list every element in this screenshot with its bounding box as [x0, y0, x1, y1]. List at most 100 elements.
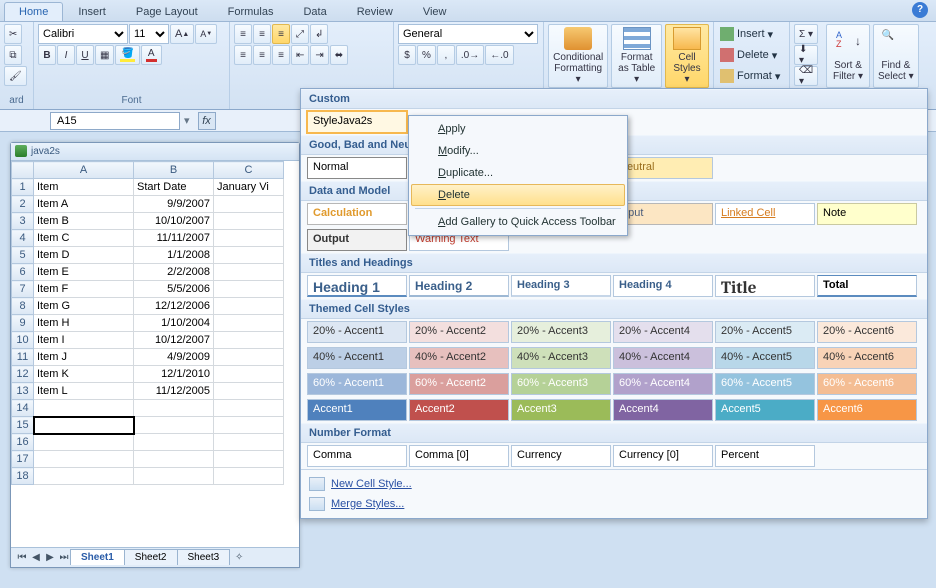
- cell[interactable]: [214, 281, 284, 298]
- cell[interactable]: [214, 349, 284, 366]
- sort-filter-button[interactable]: A Z ↓ Sort &Filter ▾: [826, 24, 870, 88]
- row-header[interactable]: 7: [12, 281, 34, 298]
- cell[interactable]: [214, 417, 284, 434]
- style-swatch[interactable]: 40% - Accent6: [817, 347, 917, 369]
- bold-button[interactable]: B: [38, 45, 56, 65]
- cell[interactable]: [34, 451, 134, 468]
- next-sheet-button[interactable]: ▶: [43, 551, 57, 565]
- cell[interactable]: [134, 451, 214, 468]
- style-swatch[interactable]: Normal: [307, 157, 407, 179]
- prev-sheet-button[interactable]: ◀: [29, 551, 43, 565]
- align-bottom-button[interactable]: ≡: [272, 24, 290, 44]
- cell[interactable]: [214, 434, 284, 451]
- comma-format-button[interactable]: ,: [437, 45, 455, 65]
- row-header[interactable]: 5: [12, 247, 34, 264]
- cell[interactable]: 12/1/2010: [134, 366, 214, 383]
- sheet-tab[interactable]: Sheet2: [124, 549, 178, 565]
- cell[interactable]: Item G: [34, 298, 134, 315]
- wrap-text-button[interactable]: ↲: [310, 24, 328, 44]
- align-top-button[interactable]: ≡: [234, 24, 252, 44]
- insert-cells-button[interactable]: Insert ▾: [718, 24, 775, 44]
- font-name-combo[interactable]: Calibri: [38, 24, 128, 44]
- style-swatch[interactable]: Accent2: [409, 399, 509, 421]
- cell-styles-button[interactable]: CellStyles ▾: [665, 24, 709, 88]
- new-sheet-button[interactable]: ✧: [232, 551, 246, 565]
- row-header[interactable]: 17: [12, 451, 34, 468]
- delete-cells-button[interactable]: Delete ▾: [718, 45, 779, 65]
- style-swatch[interactable]: 40% - Accent4: [613, 347, 713, 369]
- style-swatch[interactable]: Neutral: [613, 157, 713, 179]
- align-right-button[interactable]: ≡: [272, 45, 290, 65]
- cell[interactable]: 1/1/2008: [134, 247, 214, 264]
- tab-home[interactable]: Home: [4, 2, 63, 21]
- style-swatch[interactable]: Title: [715, 275, 815, 297]
- fill-button[interactable]: ⬇ ▾: [794, 45, 818, 65]
- cell[interactable]: 10/12/2007: [134, 332, 214, 349]
- cell[interactable]: [214, 383, 284, 400]
- cell[interactable]: 9/9/2007: [134, 196, 214, 213]
- style-swatch[interactable]: Output: [307, 229, 407, 251]
- context-menu-item[interactable]: Delete: [411, 184, 625, 206]
- cell[interactable]: Item: [34, 179, 134, 196]
- style-swatch[interactable]: 60% - Accent1: [307, 373, 407, 395]
- increase-decimal-button[interactable]: .0→: [456, 45, 484, 65]
- orientation-button[interactable]: ⤢: [291, 24, 309, 44]
- style-swatch[interactable]: 60% - Accent5: [715, 373, 815, 395]
- row-header[interactable]: 4: [12, 230, 34, 247]
- style-swatch[interactable]: 40% - Accent3: [511, 347, 611, 369]
- cell[interactable]: [214, 315, 284, 332]
- style-swatch[interactable]: StyleJava2s: [307, 111, 407, 133]
- tab-review[interactable]: Review: [342, 2, 408, 21]
- cell[interactable]: [134, 417, 214, 434]
- style-swatch[interactable]: Accent4: [613, 399, 713, 421]
- style-swatch[interactable]: Currency: [511, 445, 611, 467]
- style-swatch[interactable]: 20% - Accent6: [817, 321, 917, 343]
- tab-data[interactable]: Data: [288, 2, 341, 21]
- row-header[interactable]: 14: [12, 400, 34, 417]
- cell[interactable]: [214, 451, 284, 468]
- style-swatch[interactable]: Accent5: [715, 399, 815, 421]
- italic-button[interactable]: I: [57, 45, 75, 65]
- cell[interactable]: [134, 468, 214, 485]
- cell[interactable]: [214, 332, 284, 349]
- column-header[interactable]: A: [34, 162, 134, 179]
- cell[interactable]: 11/12/2005: [134, 383, 214, 400]
- row-header[interactable]: 18: [12, 468, 34, 485]
- row-header[interactable]: 13: [12, 383, 34, 400]
- cell[interactable]: Start Date: [134, 179, 214, 196]
- cell[interactable]: Item D: [34, 247, 134, 264]
- insert-function-button[interactable]: fx: [198, 112, 216, 130]
- context-menu-item[interactable]: Add Gallery to Quick Access Toolbar: [411, 211, 625, 233]
- new-cell-style-button[interactable]: New Cell Style...: [307, 474, 921, 494]
- style-swatch[interactable]: Accent6: [817, 399, 917, 421]
- align-middle-button[interactable]: ≡: [253, 24, 271, 44]
- style-swatch[interactable]: Percent: [715, 445, 815, 467]
- style-swatch[interactable]: Total: [817, 275, 917, 297]
- row-header[interactable]: 1: [12, 179, 34, 196]
- style-swatch[interactable]: Accent1: [307, 399, 407, 421]
- tab-page-layout[interactable]: Page Layout: [121, 2, 213, 21]
- row-header[interactable]: 2: [12, 196, 34, 213]
- row-header[interactable]: 15: [12, 417, 34, 434]
- cell[interactable]: Item I: [34, 332, 134, 349]
- sheet-tab[interactable]: Sheet1: [70, 549, 125, 565]
- cell[interactable]: [214, 400, 284, 417]
- align-center-button[interactable]: ≡: [253, 45, 271, 65]
- style-swatch[interactable]: Heading 2: [409, 275, 509, 297]
- cell[interactable]: [214, 196, 284, 213]
- style-swatch[interactable]: Note: [817, 203, 917, 225]
- cell[interactable]: Item L: [34, 383, 134, 400]
- underline-button[interactable]: U: [76, 45, 94, 65]
- cell[interactable]: 12/12/2006: [134, 298, 214, 315]
- tab-insert[interactable]: Insert: [63, 2, 121, 21]
- cell[interactable]: [214, 230, 284, 247]
- cut-button[interactable]: ✂: [4, 24, 22, 44]
- cell[interactable]: 10/10/2007: [134, 213, 214, 230]
- style-swatch[interactable]: Currency [0]: [613, 445, 713, 467]
- row-header[interactable]: 10: [12, 332, 34, 349]
- cell[interactable]: Item H: [34, 315, 134, 332]
- style-swatch[interactable]: 20% - Accent5: [715, 321, 815, 343]
- cell[interactable]: 2/2/2008: [134, 264, 214, 281]
- conditional-formatting-button[interactable]: ConditionalFormatting ▾: [548, 24, 608, 88]
- row-header[interactable]: 9: [12, 315, 34, 332]
